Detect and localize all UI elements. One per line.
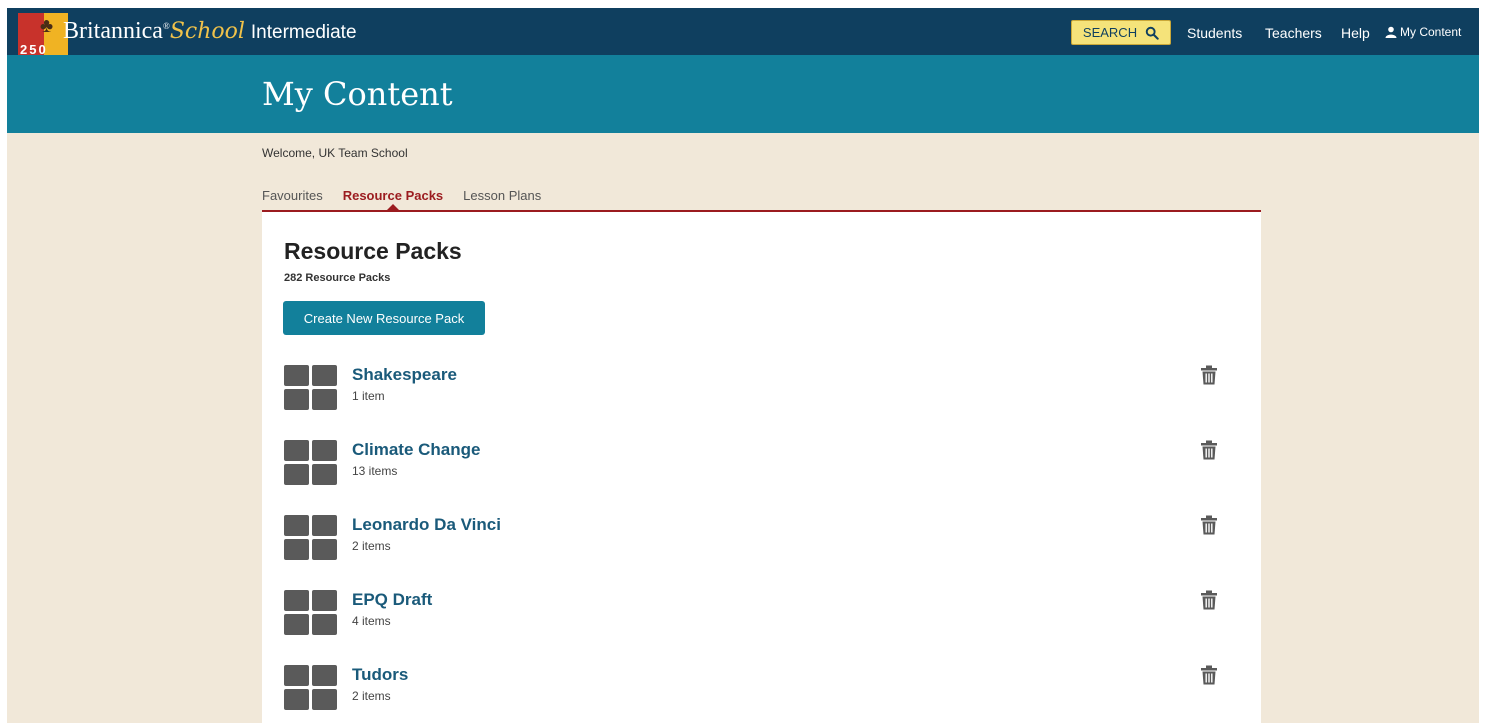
resource-pack-item-count: 4 items — [352, 614, 391, 628]
resource-pack-name[interactable]: Tudors — [352, 665, 408, 685]
brand-tier: Intermediate — [250, 22, 357, 43]
tab-lesson-plans[interactable]: Lesson Plans — [463, 188, 541, 203]
user-icon — [1385, 26, 1397, 38]
trash-icon[interactable] — [1200, 515, 1218, 535]
nav-students-link[interactable]: Students — [1187, 25, 1242, 41]
top-navigation-bar: ♣ 250 Britannica®School Intermediate SEAR… — [7, 8, 1479, 58]
frame-top — [0, 0, 1486, 8]
frame-right — [1479, 0, 1486, 723]
grid-thumbnail-icon — [284, 365, 339, 413]
frame-left — [0, 0, 7, 723]
grid-thumbnail-icon — [284, 440, 339, 488]
search-button-label: SEARCH — [1082, 25, 1138, 40]
page-title-bar: My Content — [7, 55, 1479, 133]
nav-my-content-label: My Content — [1400, 25, 1462, 39]
content-tabs: Favourites Resource Packs Lesson Plans — [262, 188, 541, 210]
resource-pack-item-count: 2 items — [352, 539, 391, 553]
britannica-250-logo[interactable]: ♣ 250 — [18, 13, 68, 58]
welcome-message: Welcome, UK Team School — [262, 146, 408, 160]
resource-pack-item-count: 13 items — [352, 464, 398, 478]
resource-pack-count: 282 Resource Packs — [284, 272, 391, 284]
resource-pack-name[interactable]: Shakespeare — [352, 365, 457, 385]
registered-mark: ® — [162, 21, 170, 31]
trash-icon[interactable] — [1200, 440, 1218, 460]
page-title: My Content — [262, 75, 453, 113]
tab-favourites[interactable]: Favourites — [262, 188, 323, 203]
tree-icon: ♣ — [40, 15, 54, 37]
grid-thumbnail-icon — [284, 590, 339, 638]
grid-thumbnail-icon — [284, 665, 339, 713]
resource-pack-name[interactable]: Leonardo Da Vinci — [352, 515, 501, 535]
tab-resource-packs[interactable]: Resource Packs — [342, 188, 444, 210]
resource-pack-name[interactable]: Climate Change — [352, 440, 480, 460]
resource-pack-item[interactable]: Climate Change 13 items — [284, 440, 1224, 492]
resource-pack-item[interactable]: Leonardo Da Vinci 2 items — [284, 515, 1224, 567]
nav-teachers-link[interactable]: Teachers — [1265, 25, 1322, 41]
search-button[interactable]: SEARCH — [1071, 20, 1171, 45]
trash-icon[interactable] — [1200, 365, 1218, 385]
brand-school: School — [169, 19, 245, 44]
resource-pack-item-count: 1 item — [352, 389, 385, 403]
resource-pack-item[interactable]: Tudors 2 items — [284, 665, 1224, 717]
nav-help-link[interactable]: Help — [1341, 25, 1370, 41]
resource-pack-item[interactable]: EPQ Draft 4 items — [284, 590, 1224, 642]
trash-icon[interactable] — [1200, 590, 1218, 610]
panel-title: Resource Packs — [284, 238, 462, 264]
resource-pack-item[interactable]: Shakespeare 1 item — [284, 365, 1224, 417]
resource-pack-item-count: 2 items — [352, 689, 391, 703]
search-icon — [1145, 26, 1159, 40]
create-resource-pack-button[interactable]: Create New Resource Pack — [283, 301, 485, 335]
tab-resource-packs-label: Resource Packs — [342, 188, 444, 203]
nav-my-content-link[interactable]: My Content — [1385, 25, 1461, 39]
trash-icon[interactable] — [1200, 665, 1218, 685]
resource-pack-name[interactable]: EPQ Draft — [352, 590, 432, 610]
brand-name: Britannica — [63, 18, 163, 44]
brand-wordmark[interactable]: Britannica®School Intermediate — [63, 18, 357, 45]
grid-thumbnail-icon — [284, 515, 339, 563]
resource-packs-panel: Resource Packs 282 Resource Packs Create… — [262, 212, 1261, 723]
